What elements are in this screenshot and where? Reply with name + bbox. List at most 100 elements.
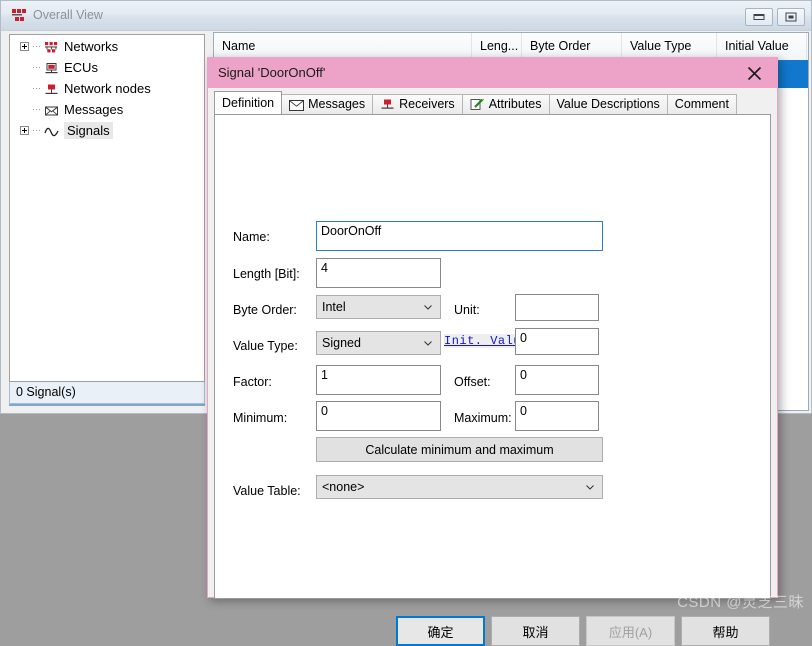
maximum-input[interactable]: 0 [515,401,599,431]
sidebar-item-ecus[interactable]: ⋯ ECUs [10,56,204,77]
sidebar-item-signals[interactable]: ⋯ Signals [10,119,204,140]
tree-connector: ⋯ [32,83,42,94]
tab-label: Value Descriptions [556,97,660,111]
expand-icon[interactable] [20,42,29,52]
sidebar-item-networks[interactable]: ⋯ Networks [10,35,204,56]
value-type-value: Signed [322,336,361,350]
networks-icon [43,40,60,54]
table-column-initial-value[interactable]: Initial Value [717,33,807,60]
calculate-button-label: Calculate minimum and maximum [365,442,554,457]
dialog-title: Signal 'DoorOnOff' [218,65,326,80]
factor-label: Factor: [233,375,272,389]
init-value-input[interactable]: 0 [515,328,599,355]
maximize-icon [785,12,797,22]
factor-input-value: 1 [321,368,328,382]
tab-label: Comment [674,97,729,111]
maximum-label: Maximum: [454,411,512,425]
restore-icon [753,14,765,20]
watermark: CSDN @灵芝三昧 [677,594,804,611]
tab-receivers[interactable]: Receivers [372,94,463,114]
network-node-icon [43,82,60,96]
sidebar-item-messages[interactable]: ⋯ Messages [10,98,204,119]
value-table-select[interactable]: <none> [316,475,603,499]
tab-attributes[interactable]: Attributes [461,94,550,114]
length-label: Length [Bit]: [233,267,300,281]
sidebar-item-label: ECUs [64,60,98,76]
help-button[interactable]: 帮助 [681,616,770,646]
length-input[interactable]: 4 [316,258,441,288]
chevron-down-icon [424,341,432,346]
byte-order-select[interactable]: Intel [316,295,441,319]
minimum-input[interactable]: 0 [316,401,441,431]
byte-order-value: Intel [322,300,346,314]
table-column-byte-order[interactable]: Byte Order [522,33,622,60]
table-column-length[interactable]: Leng... [472,33,522,60]
tree-connector: ⋯ [32,62,42,73]
close-icon [747,66,762,81]
object-tree[interactable]: ⋯ Networks ⋯ ECUs ⋯ Network nodes ⋯ Mess… [9,34,205,382]
value-type-label: Value Type: [233,339,298,353]
signal-properties-dialog: Signal 'DoorOnOff' Definition Messages R… [207,57,778,646]
tab-definition[interactable]: Definition [214,91,283,114]
offset-label: Offset: [454,375,491,389]
calculate-min-max-button[interactable]: Calculate minimum and maximum [316,437,603,462]
help-button-label: 帮助 [712,624,739,640]
network-node-icon [380,98,395,111]
envelope-icon [43,103,60,117]
apply-button-label: 应用(A) [608,624,653,640]
value-type-select[interactable]: Signed [316,331,441,355]
table-column-value-type[interactable]: Value Type [622,33,717,60]
close-button[interactable] [733,58,777,88]
dialog-titlebar[interactable]: Signal 'DoorOnOff' [208,58,777,88]
tab-comment[interactable]: Comment [666,94,737,114]
tree-connector: ⋯ [32,125,42,136]
name-label: Name: [233,230,270,244]
signal-wave-icon [43,124,60,138]
unit-input[interactable] [515,294,599,321]
status-bar-accent [9,404,205,406]
status-text: 0 Signal(s) [16,385,76,399]
offset-input[interactable]: 0 [515,365,599,395]
tab-label: Attributes [488,97,542,111]
sidebar-item-label: Networks [64,39,119,55]
pencil-note-icon [470,98,485,111]
sidebar-item-label: Messages [64,102,124,118]
name-input[interactable]: DoorOnOff [316,221,603,251]
value-table-value: <none> [322,480,365,494]
minimum-label: Minimum: [233,411,288,425]
factor-input[interactable]: 1 [316,365,441,395]
dialog-tab-strip: Definition Messages Receivers Attributes… [214,91,771,114]
minimum-input-value: 0 [321,404,328,418]
tab-value-descriptions[interactable]: Value Descriptions [548,94,668,114]
envelope-icon [289,98,305,111]
cancel-button-label: 取消 [522,624,549,640]
tree-connector: ⋯ [32,104,42,115]
tab-label: Messages [308,97,366,111]
cancel-button[interactable]: 取消 [491,616,580,646]
tab-label: Definition [222,96,275,110]
table-column-name[interactable]: Name [214,33,472,60]
restore-window-button[interactable] [745,8,773,26]
status-bar: 0 Signal(s) [9,382,205,404]
apply-button: 应用(A) [586,616,675,646]
main-window-title: Overall View [33,8,103,22]
maximize-window-button[interactable] [777,8,805,26]
tab-label: Receivers [399,97,455,111]
length-input-value: 4 [321,261,328,275]
value-table-label: Value Table: [233,484,301,498]
tree-connector: ⋯ [32,41,42,52]
sidebar-item-network-nodes[interactable]: ⋯ Network nodes [10,77,204,98]
ok-button-label: 确定 [427,624,454,640]
expand-icon[interactable] [20,126,29,136]
sidebar-item-label: Network nodes [64,81,151,97]
network-overview-icon [11,8,27,24]
chevron-down-icon [586,485,594,490]
ok-button[interactable]: 确定 [396,616,485,646]
ecu-icon [43,61,60,75]
sidebar-item-label: Signals [64,122,113,140]
tab-messages[interactable]: Messages [281,94,374,114]
main-window-titlebar[interactable]: Overall View [1,1,811,31]
